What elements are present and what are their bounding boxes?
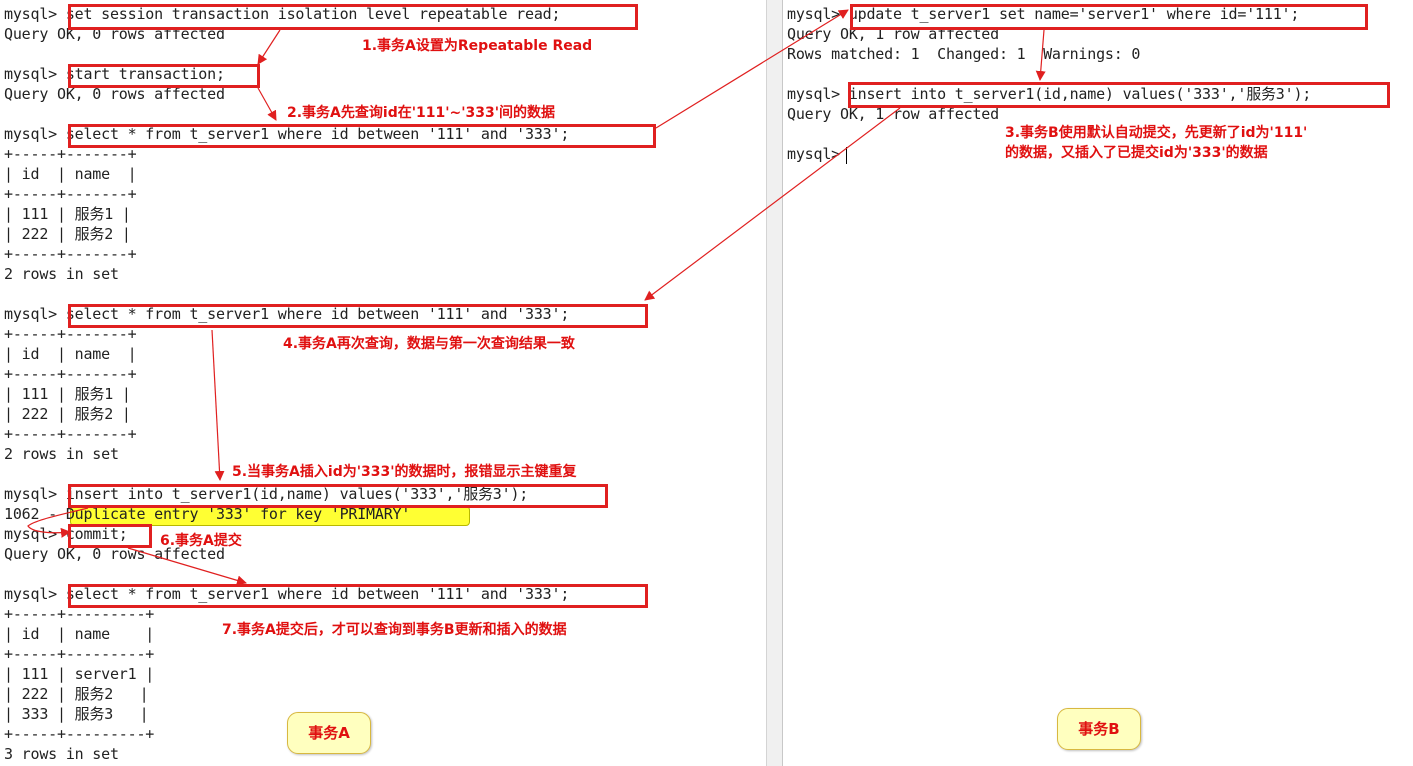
text-cursor [846, 147, 847, 164]
left-line-37: +-----+---------+ [4, 725, 155, 743]
left-line-38: 3 rows in set [4, 745, 119, 763]
stmt-box-set-isolation [68, 4, 638, 30]
stmt-box-commit [68, 524, 152, 548]
annotation-step-7: 7.事务A提交后，才可以查询到事务B更新和插入的数据 [222, 622, 567, 638]
left-line-33: +-----+---------+ [4, 645, 155, 663]
right-line-8: mysql> [787, 145, 849, 163]
session-b-label: 事务B [1057, 708, 1141, 750]
left-line-11: | 111 | 服务1 | [4, 205, 131, 223]
left-line-14: 2 rows in set [4, 265, 119, 283]
annotation-step-6: 6.事务A提交 [160, 533, 242, 549]
left-line-10: +-----+-------+ [4, 185, 137, 203]
session-b-terminal[interactable]: mysql> update t_server1 set name='server… [783, 0, 1413, 766]
pane-divider[interactable] [766, 0, 783, 766]
left-line-23: 2 rows in set [4, 445, 119, 463]
left-line-20: | 111 | 服务1 | [4, 385, 131, 403]
left-line-22: +-----+-------+ [4, 425, 137, 443]
stmt-box-insert-b [848, 82, 1390, 108]
stmt-box-select-2 [68, 304, 648, 328]
stmt-box-select-3 [68, 584, 648, 608]
stmt-box-start-transaction [68, 64, 260, 88]
annotation-step-2: 2.事务A先查询id在'111'~'333'间的数据 [287, 105, 556, 121]
left-line-18: | id | name | [4, 345, 137, 363]
stmt-box-select-1 [68, 124, 656, 148]
annotation-step-1: 1.事务A设置为Repeatable Read [362, 38, 593, 54]
left-line-9: | id | name | [4, 165, 137, 183]
left-line-19: +-----+-------+ [4, 365, 137, 383]
left-line-32: | id | name | [4, 625, 155, 643]
annotation-step-3-line-2: 的数据，又插入了已提交id为'333'的数据 [1005, 145, 1268, 161]
annotation-step-4: 4.事务A再次查询，数据与第一次查询结果一致 [283, 336, 575, 352]
left-line-12: | 222 | 服务2 | [4, 225, 131, 243]
stmt-box-update-b [850, 4, 1368, 30]
annotation-step-3-line-1: 3.事务B使用默认自动提交，先更新了id为'111' [1005, 125, 1308, 141]
left-line-21: | 222 | 服务2 | [4, 405, 131, 423]
annotation-step-5: 5.当事务A插入id为'333'的数据时，报错显示主键重复 [232, 464, 577, 480]
left-line-35: | 222 | 服务2 | [4, 685, 149, 703]
left-line-13: +-----+-------+ [4, 245, 137, 263]
session-a-label: 事务A [287, 712, 371, 754]
left-line-36: | 333 | 服务3 | [4, 705, 149, 723]
right-line-3: Rows matched: 1 Changed: 1 Warnings: 0 [787, 45, 1141, 63]
left-line-34: | 111 | server1 | [4, 665, 155, 683]
stmt-box-insert-a [68, 484, 608, 508]
